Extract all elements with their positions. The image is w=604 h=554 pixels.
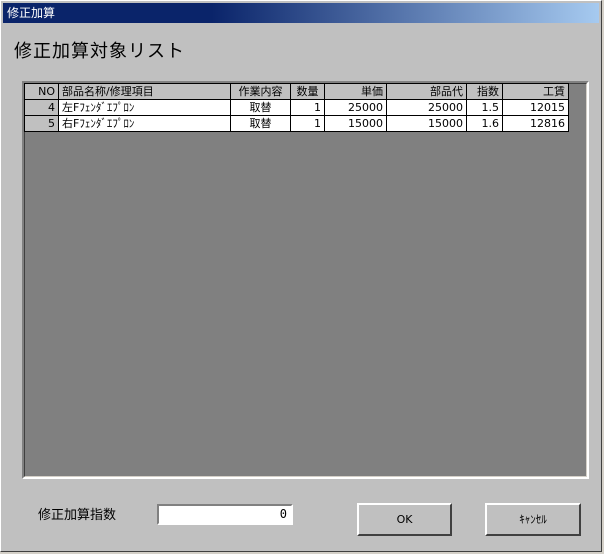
cell-unit-price[interactable]: 15000 — [324, 115, 387, 132]
index-input[interactable]: 0 — [157, 504, 293, 525]
cell-parts-cost[interactable]: 25000 — [386, 99, 467, 116]
cell-part-name[interactable]: 左Fﾌｪﾝﾀﾞｴﾌﾟﾛﾝ — [58, 99, 231, 116]
table-header-row: NO 部品名称/修理項目 作業内容 数量 単価 部品代 指数 工賃 — [24, 83, 569, 100]
index-label: 修正加算指数 — [38, 508, 117, 523]
column-header-labor[interactable]: 工賃 — [502, 83, 569, 100]
column-header-index[interactable]: 指数 — [466, 83, 503, 100]
cell-work[interactable]: 取替 — [230, 115, 291, 132]
cell-unit-price[interactable]: 25000 — [324, 99, 387, 116]
cell-no[interactable]: 4 — [24, 99, 59, 116]
cell-index[interactable]: 1.6 — [466, 115, 503, 132]
cell-labor[interactable]: 12816 — [502, 115, 569, 132]
cell-labor[interactable]: 12015 — [502, 99, 569, 116]
list-grid[interactable]: NO 部品名称/修理項目 作業内容 数量 単価 部品代 指数 工賃 4 左Fﾌｪ… — [22, 81, 589, 479]
cell-qty[interactable]: 1 — [290, 115, 325, 132]
grid-background — [24, 83, 587, 477]
column-header-parts-cost[interactable]: 部品代 — [386, 83, 467, 100]
table-row[interactable]: 4 左Fﾌｪﾝﾀﾞｴﾌﾟﾛﾝ 取替 1 25000 25000 1.5 1201… — [24, 99, 569, 116]
column-header-part-name[interactable]: 部品名称/修理項目 — [58, 83, 231, 100]
column-header-no[interactable]: NO — [24, 83, 59, 100]
cell-index[interactable]: 1.5 — [466, 99, 503, 116]
cell-qty[interactable]: 1 — [290, 99, 325, 116]
table-row[interactable]: 5 右Fﾌｪﾝﾀﾞｴﾌﾟﾛﾝ 取替 1 15000 15000 1.6 1281… — [24, 115, 569, 132]
page-title: 修正加算対象リスト — [14, 41, 185, 62]
column-header-work[interactable]: 作業内容 — [230, 83, 291, 100]
dialog-window: 修正加算 修正加算対象リスト NO 部品名称/修理項目 作業内容 数量 単価 部… — [0, 0, 602, 552]
data-table: NO 部品名称/修理項目 作業内容 数量 単価 部品代 指数 工賃 4 左Fﾌｪ… — [24, 83, 569, 132]
ok-button[interactable]: OK — [357, 503, 452, 536]
column-header-unit-price[interactable]: 単価 — [324, 83, 387, 100]
column-header-qty[interactable]: 数量 — [290, 83, 325, 100]
title-bar: 修正加算 — [3, 3, 599, 23]
cell-no[interactable]: 5 — [24, 115, 59, 132]
cancel-button[interactable]: ｷｬﾝｾﾙ — [485, 503, 581, 536]
cell-parts-cost[interactable]: 15000 — [386, 115, 467, 132]
cell-part-name[interactable]: 右Fﾌｪﾝﾀﾞｴﾌﾟﾛﾝ — [58, 115, 231, 132]
cell-work[interactable]: 取替 — [230, 99, 291, 116]
